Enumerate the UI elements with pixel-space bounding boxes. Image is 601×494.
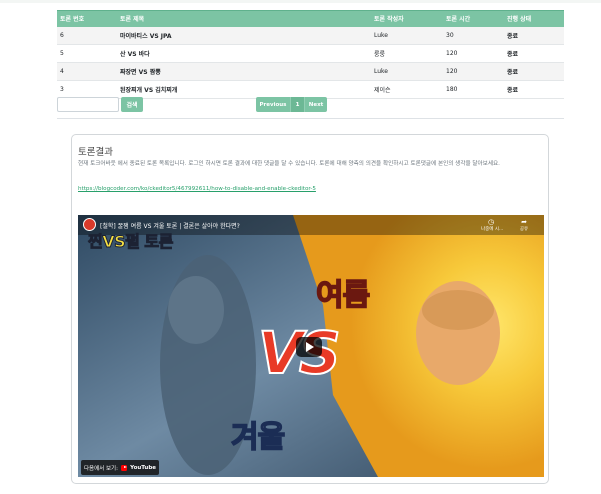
header-status: 진행 상태 xyxy=(504,10,564,27)
search-input[interactable] xyxy=(57,97,119,112)
card-title: 토론결과 xyxy=(78,147,113,158)
page-number-button[interactable]: 1 xyxy=(291,97,305,112)
row-status: 종료 xyxy=(504,62,564,81)
header-author: 토론 작성자 xyxy=(371,10,443,27)
row-no: 3 xyxy=(57,80,117,99)
table-row[interactable]: 6 마이바티스 VS JPA Luke 30 종료 xyxy=(57,26,564,45)
share-label: 공유 xyxy=(519,227,529,232)
row-status: 종료 xyxy=(504,26,564,45)
youtube-label: YouTube xyxy=(130,464,156,471)
debate-table: 토론 번호 토론 제목 토론 작성자 토론 시간 진행 상태 6 마이바티스 V… xyxy=(57,10,564,99)
search-button[interactable]: 검색 xyxy=(121,97,143,112)
reference-link[interactable]: https://blogcoder.com/ko/ckeditor5/46799… xyxy=(78,186,316,192)
row-title[interactable]: 짜장면 VS 짬뽕 xyxy=(117,62,371,81)
watch-on-label: 다음에서 보기: xyxy=(84,465,118,472)
watch-later-button[interactable]: ◷ 나중에 시... xyxy=(481,218,504,232)
row-author: 룽룽 xyxy=(371,44,443,63)
table-header-row: 토론 번호 토론 제목 토론 작성자 토론 시간 진행 상태 xyxy=(57,10,564,27)
share-icon: ➦ xyxy=(521,218,527,226)
thumbnail-winter-text: 겨울 xyxy=(230,419,286,456)
pagination: Previous 1 Next xyxy=(256,97,327,112)
watch-later-label: 나중에 시... xyxy=(481,227,504,232)
row-status: 종료 xyxy=(504,80,564,99)
row-time: 120 xyxy=(443,62,504,81)
section-divider xyxy=(57,118,564,119)
next-page-button[interactable]: Next xyxy=(305,97,327,112)
header-no: 토론 번호 xyxy=(57,10,117,27)
video-player[interactable]: [철학] 꿀잼 여름 VS 겨울 토론 | 결론은 살아야 한다면? ◷ 나중에… xyxy=(78,215,544,477)
row-author: Luke xyxy=(371,26,443,45)
youtube-icon xyxy=(120,464,128,471)
row-time: 180 xyxy=(443,80,504,99)
thumbnail-summer-text: 여름 xyxy=(315,277,371,314)
table-row[interactable]: 4 짜장면 VS 짬뽕 Luke 120 종료 xyxy=(57,62,564,81)
share-button[interactable]: ➦ 공유 xyxy=(515,218,533,232)
header-title: 토론 제목 xyxy=(117,10,371,27)
row-time: 120 xyxy=(443,44,504,63)
top-strip xyxy=(0,0,601,3)
table-row[interactable]: 5 산 VS 바다 룽룽 120 종료 xyxy=(57,44,564,63)
row-author: 제이슨 xyxy=(371,80,443,99)
row-title[interactable]: 산 VS 바다 xyxy=(117,44,371,63)
row-no: 4 xyxy=(57,62,117,81)
card-description: 현재 토크어바웃 에서 종료된 토론 목록입니다. 로그인 하시면 토론 결과에… xyxy=(78,161,500,167)
watch-on-youtube-button[interactable]: 다음에서 보기: YouTube xyxy=(81,460,159,475)
row-no: 6 xyxy=(57,26,117,45)
row-title[interactable]: 된장찌개 VS 김치찌개 xyxy=(117,80,371,99)
row-no: 5 xyxy=(57,44,117,63)
header-time: 토론 시간 xyxy=(443,10,504,27)
thumbnail-badge-text: 찐VS펄 토론 xyxy=(88,232,174,252)
result-card: 토론결과 현재 토크어바웃 에서 종료된 토론 목록입니다. 로그인 하시면 토… xyxy=(71,134,549,484)
previous-page-button[interactable]: Previous xyxy=(256,97,291,112)
row-status: 종료 xyxy=(504,44,564,63)
table-row[interactable]: 3 된장찌개 VS 김치찌개 제이슨 180 종료 xyxy=(57,80,564,99)
row-time: 30 xyxy=(443,26,504,45)
row-author: Luke xyxy=(371,62,443,81)
row-title[interactable]: 마이바티스 VS JPA xyxy=(117,26,371,45)
clock-icon: ◷ xyxy=(487,218,495,226)
play-button[interactable] xyxy=(296,337,322,357)
